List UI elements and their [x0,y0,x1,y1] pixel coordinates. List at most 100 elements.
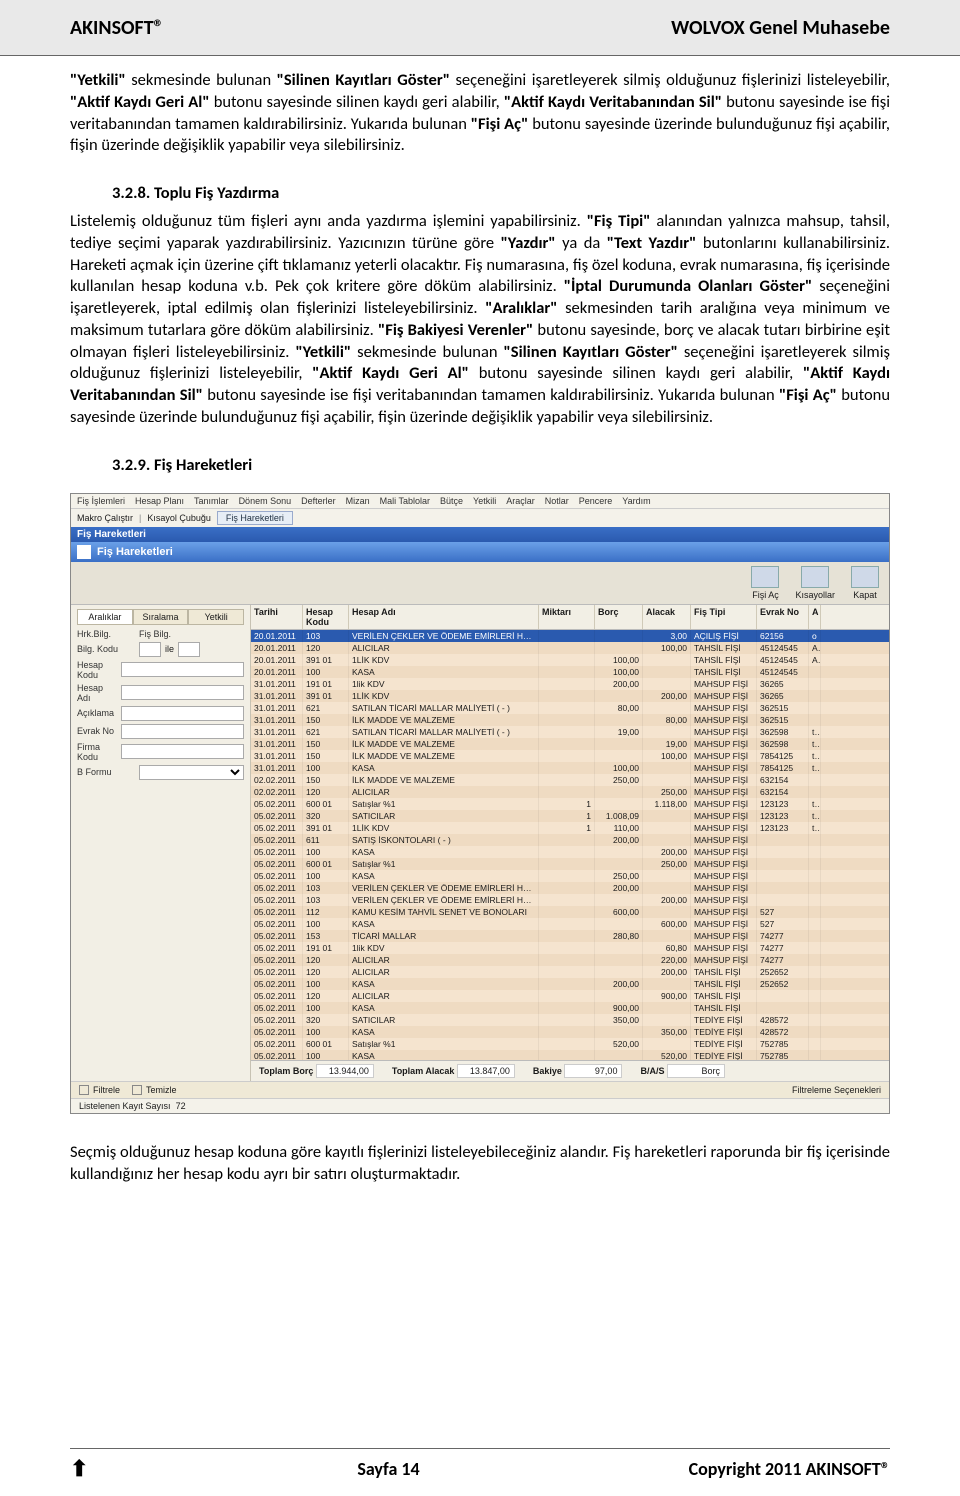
col-a[interactable]: A [809,605,821,629]
temizle-button[interactable]: Temizle [132,1085,177,1096]
grid: TarihiHesap KoduHesap AdıMiktarıBorçAlac… [251,605,889,1081]
menu-yetkili[interactable]: Yetkili [473,496,496,506]
table-row[interactable]: 05.02.2011100KASA600,00MAHSUP FİŞİ527 [251,918,889,930]
bilg-kodu-to-input[interactable] [178,642,200,657]
table-row[interactable]: 20.01.2011391 011LİK KDV100,00TAHSİL FİŞ… [251,654,889,666]
hesap-adi-input[interactable] [121,685,244,700]
bakiye-value: 97,00 [564,1064,622,1078]
table-row[interactable]: 05.02.2011320SATICILAR350,00TEDİYE FİŞİ4… [251,1014,889,1026]
toplam-borc-label: Toplam Borç [259,1066,313,1076]
toplam-alacak-label: Toplam Alacak [392,1066,455,1076]
table-row[interactable]: 31.01.2011150İLK MADDE VE MALZEME19,00MA… [251,738,889,750]
menu-yardım[interactable]: Yardım [622,496,650,506]
menu-defterler[interactable]: Defterler [301,496,336,506]
table-row[interactable]: 05.02.2011100KASA350,00TEDİYE FİŞİ428572 [251,1026,889,1038]
evrak-no-input[interactable] [121,724,244,739]
table-row[interactable]: 05.02.2011100KASA200,00MAHSUP FİŞİ [251,846,889,858]
table-row[interactable]: 05.02.2011153TİCARİ MALLAR280,80MAHSUP F… [251,930,889,942]
hrk-bilg-label: Hrk.Bilg. [77,629,135,639]
table-row[interactable]: 02.02.2011150İLK MADDE VE MALZEME250,00M… [251,774,889,786]
table-row[interactable]: 05.02.2011100KASA900,00TAHSİL FİŞİ [251,1002,889,1014]
table-row[interactable]: 31.01.2011191 011lik KDV200,00MAHSUP FİŞ… [251,678,889,690]
table-row[interactable]: 02.02.2011120ALICILAR250,00MAHSUP FİŞİ63… [251,786,889,798]
menu-dönem-sonu[interactable]: Dönem Sonu [239,496,292,506]
paragraph-3: Seçmiş olduğunuz hesap koduna göre kayıt… [70,1142,890,1186]
col-fiş-tipi[interactable]: Fiş Tipi [691,605,757,629]
table-row[interactable]: 31.01.2011100KASA100,00MAHSUP FİŞİ785412… [251,762,889,774]
bilg-kodu-from-input[interactable] [139,642,161,657]
table-row[interactable]: 31.01.2011150İLK MADDE VE MALZEME80,00MA… [251,714,889,726]
grid-body[interactable]: 20.01.2011103VERİLEN ÇEKLER VE ÖDEME EMİ… [251,630,889,1060]
table-row[interactable]: 31.01.2011621SATILAN TİCARİ MALLAR MALİY… [251,702,889,714]
table-row[interactable]: 05.02.2011100KASA250,00MAHSUP FİŞİ [251,870,889,882]
menu-mizan[interactable]: Mizan [346,496,370,506]
footer-bar: Filtrele Temizle Filtreleme Seçenekleri [71,1081,889,1099]
shortcut-strip: Makro Çalıştır | Kısayol Çubuğu Fiş Hare… [71,508,889,527]
app-window: Fiş İşlemleri Hesap Planı Tanımlar Dönem So… [70,493,890,1115]
table-row[interactable]: 05.02.2011112KAMU KESİM TAHVİL SENET VE … [251,906,889,918]
firma-kodu-input[interactable] [121,744,244,759]
table-row[interactable]: 05.02.2011103VERİLEN ÇEKLER VE ÖDEME EMİ… [251,894,889,906]
menu-mali-tablolar[interactable]: Mali Tablolar [380,496,430,506]
makro-calistir-label[interactable]: Makro Çalıştır [77,513,133,523]
filtreleme-secenekleri-link[interactable]: Filtreleme Seçenekleri [792,1085,881,1095]
copyright: Copyright 2011 AKINSOFT® [689,1458,890,1480]
grid-header[interactable]: TarihiHesap KoduHesap AdıMiktarıBorçAlac… [251,605,889,630]
table-row[interactable]: 05.02.2011120ALICILAR200,00TAHSİL FİŞİ25… [251,966,889,978]
sidetab-yetkili[interactable]: Yetkili [188,609,244,625]
table-row[interactable]: 05.02.2011120ALICILAR900,00TAHSİL FİŞİ [251,990,889,1002]
table-row[interactable]: 05.02.2011100KASA200,00TAHSİL FİŞİ252652 [251,978,889,990]
table-row[interactable]: 31.01.2011621SATILAN TİCARİ MALLAR MALİY… [251,726,889,738]
sidetab-aralıklar[interactable]: Aralıklar [77,609,133,625]
menu-hesap-planı[interactable]: Hesap Planı [135,496,184,506]
b-formu-select[interactable] [139,765,244,780]
table-row[interactable]: 20.01.2011103VERİLEN ÇEKLER VE ÖDEME EMİ… [251,630,889,642]
menu-araçlar[interactable]: Araçlar [506,496,535,506]
voucher-icon [77,545,91,559]
shortcut-tab-fis-hareketleri[interactable]: Fiş Hareketleri [217,511,293,525]
table-row[interactable]: 31.01.2011391 011LİK KDV200,00MAHSUP FİŞ… [251,690,889,702]
filtrele-button[interactable]: Filtrele [79,1085,120,1096]
menu-bütçe[interactable]: Bütçe [440,496,463,506]
table-row[interactable]: 05.02.2011320SATICILAR11.008,09MAHSUP Fİ… [251,810,889,822]
bas-value: Borç [667,1064,725,1078]
menu-fiş-i̇şlemleri[interactable]: Fiş İşlemleri [77,496,125,506]
kapat-button-icon [851,566,879,588]
table-row[interactable]: 20.01.2011120ALICILAR100,00TAHSİL FİŞİ45… [251,642,889,654]
table-row[interactable]: 05.02.2011100KASA520,00TEDİYE FİŞİ752785 [251,1050,889,1060]
table-row[interactable]: 05.02.2011391 011LİK KDV1110,00MAHSUP Fİ… [251,822,889,834]
table-row[interactable]: 20.01.2011100KASA100,00TAHSİL FİŞİ451245… [251,666,889,678]
col-hesap-kodu[interactable]: Hesap Kodu [303,605,349,629]
fisi-ac-button[interactable]: Fişi Aç [751,566,779,600]
menu-notlar[interactable]: Notlar [545,496,569,506]
table-row[interactable]: 05.02.2011611SATIŞ İSKONTOLARI ( - )200,… [251,834,889,846]
col-borç[interactable]: Borç [595,605,643,629]
kapat-button[interactable]: Kapat [851,566,879,600]
col-tarihi[interactable]: Tarihi [251,605,303,629]
col-alacak[interactable]: Alacak [643,605,691,629]
col-evrak-no[interactable]: Evrak No [757,605,809,629]
menu-tanımlar[interactable]: Tanımlar [194,496,229,506]
table-row[interactable]: 05.02.2011120ALICILAR220,00MAHSUP FİŞİ74… [251,954,889,966]
aciklama-input[interactable] [121,706,244,721]
inner-title-bar: Fiş Hareketleri [71,542,889,562]
hesap-kodu-input[interactable] [121,662,244,677]
col-miktarı[interactable]: Miktarı [539,605,595,629]
sidetab-sıralama[interactable]: Sıralama [133,609,189,625]
kisayol-cubugu-label[interactable]: Kısayol Çubuğu [147,513,211,523]
col-hesap-adı[interactable]: Hesap Adı [349,605,539,629]
table-row[interactable]: 31.01.2011150İLK MADDE VE MALZEME100,00M… [251,750,889,762]
bakiye-label: Bakiye [533,1066,562,1076]
table-row[interactable]: 05.02.2011600 01Satışlar %111.118,00MAHS… [251,798,889,810]
table-row[interactable]: 05.02.2011600 01Satışlar %1250,00MAHSUP … [251,858,889,870]
menu-pencere[interactable]: Pencere [579,496,613,506]
menubar[interactable]: Fiş İşlemleri Hesap Planı Tanımlar Dönem So… [71,494,889,508]
kisayollar-button[interactable]: Kısayollar [795,566,835,600]
table-row[interactable]: 05.02.2011191 011lik KDV60,80MAHSUP FİŞİ… [251,942,889,954]
table-row[interactable]: 05.02.2011600 01Satışlar %1520,00TEDİYE … [251,1038,889,1050]
firma-kodu-label: Firma Kodu [77,742,117,762]
table-row[interactable]: 05.02.2011103VERİLEN ÇEKLER VE ÖDEME EMİ… [251,882,889,894]
page-number: Sayfa 14 [357,1458,419,1480]
page-header: AKINSOFT® WOLVOX Genel Muhasebe [0,0,960,56]
aciklama-label: Açıklama [77,708,117,718]
